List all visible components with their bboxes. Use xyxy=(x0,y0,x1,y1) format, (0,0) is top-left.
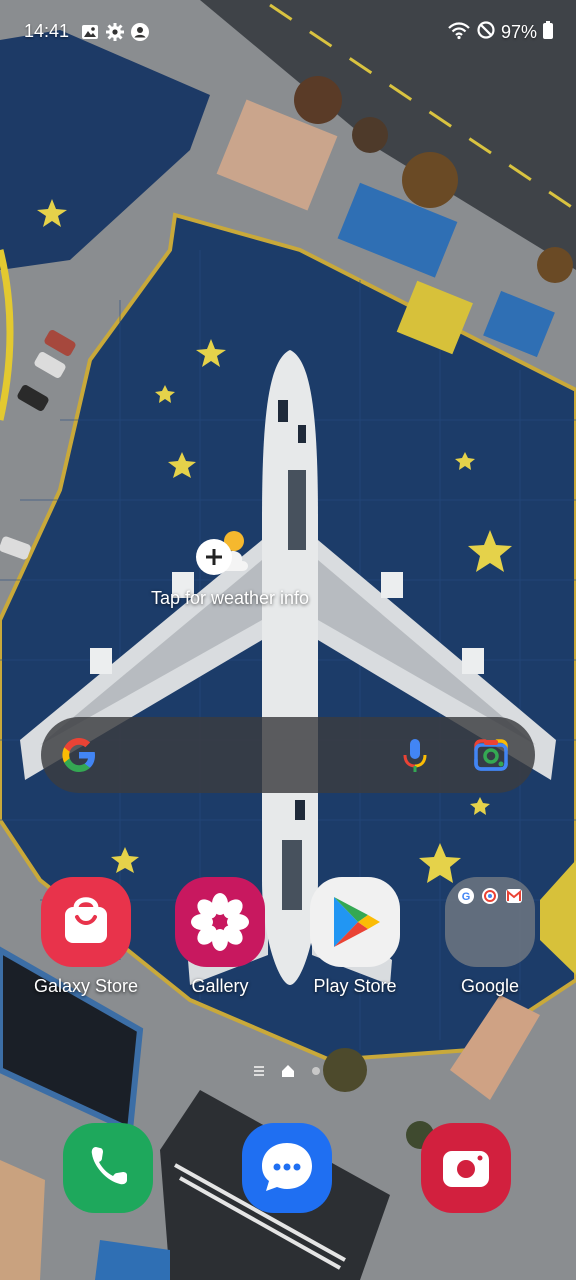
do-not-disturb-icon xyxy=(476,20,496,45)
app-label: Google xyxy=(460,976,520,996)
app-galaxy-store[interactable]: Galaxy Store xyxy=(21,877,151,1003)
galaxy-store-icon xyxy=(41,877,131,967)
weather-label: Tap for weather info xyxy=(150,588,310,608)
notification-icons xyxy=(80,22,150,47)
camera-icon xyxy=(443,1151,489,1187)
google-g-icon xyxy=(59,735,99,775)
weather-widget[interactable]: Tap for weather info xyxy=(110,520,350,620)
app-label: Gallery xyxy=(191,976,249,996)
google-folder-icon: G xyxy=(445,877,535,967)
google-lens-icon[interactable] xyxy=(472,736,510,774)
svg-text:G: G xyxy=(462,891,471,903)
dock-messages-button[interactable] xyxy=(242,1123,332,1213)
app-label: Play Store xyxy=(313,976,397,996)
status-bar: 14:41 97% xyxy=(0,0,576,64)
status-right: 97% xyxy=(447,20,554,45)
app-play-store[interactable]: Play Store xyxy=(290,877,420,1003)
status-time: 14:41 xyxy=(24,21,70,41)
home-screen: 14:41 97% Tap for weather info Galaxy St… xyxy=(0,0,576,1280)
messages-icon xyxy=(262,1143,312,1191)
dock-phone-button[interactable] xyxy=(63,1123,153,1213)
home-page-icon xyxy=(282,1065,294,1077)
battery-icon xyxy=(542,20,554,45)
page-indicator[interactable] xyxy=(248,1063,328,1079)
gallery-notification-icon xyxy=(80,22,100,47)
dock-camera-button[interactable] xyxy=(421,1123,511,1213)
app-google-folder[interactable]: G Google xyxy=(425,877,555,1003)
gallery-flower-icon xyxy=(175,877,265,967)
account-notification-icon xyxy=(130,22,150,47)
mic-icon[interactable] xyxy=(397,735,433,775)
app-gallery[interactable]: Gallery xyxy=(155,877,285,1003)
play-store-icon xyxy=(310,877,400,967)
phone-icon xyxy=(91,1147,127,1185)
page-dot-icon xyxy=(312,1067,320,1075)
weather-add-icon xyxy=(192,525,264,577)
app-label: Galaxy Store xyxy=(33,976,139,996)
google-search-bar[interactable] xyxy=(41,717,535,793)
wallpaper xyxy=(0,0,576,1280)
menu-lines-icon xyxy=(254,1066,264,1076)
settings-notification-icon xyxy=(105,22,125,47)
wifi-icon xyxy=(447,20,471,45)
battery-percent: 97% xyxy=(500,22,537,42)
